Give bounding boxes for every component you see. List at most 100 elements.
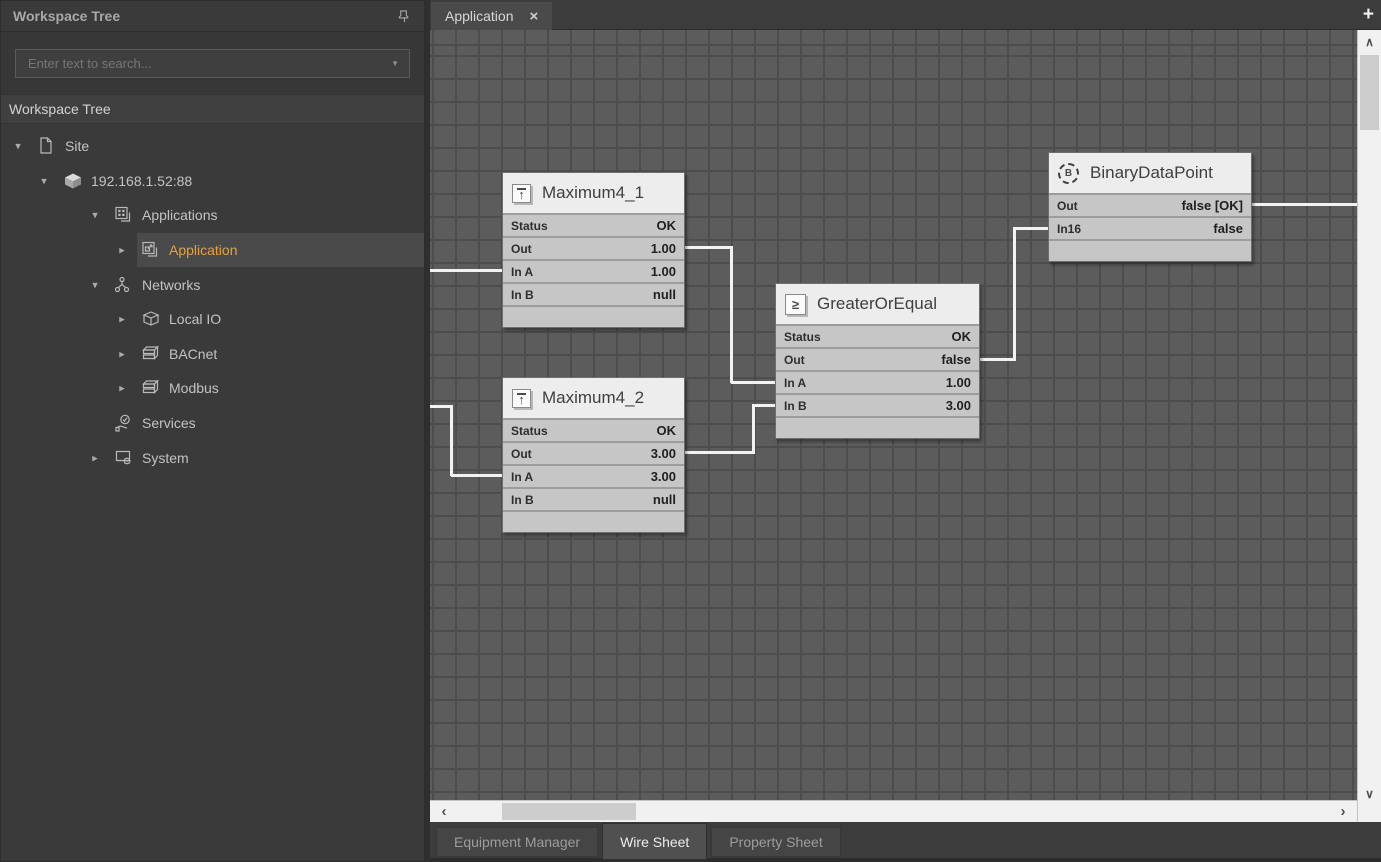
vertical-scrollbar[interactable]: ∧ ∨ bbox=[1357, 30, 1381, 822]
block-slot-out[interactable]: Out 1.00 bbox=[503, 238, 684, 259]
controller-icon bbox=[63, 171, 83, 190]
wire-sheet-canvas[interactable]: ↑Maximum4_1StatusOKOut1.00In A1.00In Bnu… bbox=[430, 30, 1357, 800]
horizontal-scrollbar[interactable]: ‹ › bbox=[430, 800, 1357, 822]
scroll-down-icon[interactable]: ∨ bbox=[1358, 782, 1381, 806]
search-input[interactable] bbox=[26, 55, 383, 72]
wire-maximum4_2-out-to-gte-in-b bbox=[753, 404, 777, 407]
block-slot-out[interactable]: Out3.00 bbox=[503, 443, 684, 464]
block-slot-ina[interactable]: In A3.00 bbox=[503, 466, 684, 487]
slot-value: OK bbox=[952, 329, 972, 344]
workspace-tree-panel: Workspace Tree ▼ Workspace Tree ▾Site▾19… bbox=[0, 0, 425, 862]
block-slot-inb[interactable]: In Bnull bbox=[503, 284, 684, 305]
collapse-arrow-icon[interactable]: ▾ bbox=[37, 174, 51, 187]
tree-item-system[interactable]: ▸ System bbox=[1, 440, 424, 475]
slot-value: false [OK] bbox=[1182, 198, 1243, 213]
tree-item-label: System bbox=[142, 450, 189, 466]
tree-item-modbus[interactable]: ▸ Modbus bbox=[1, 371, 424, 406]
tree-item-label: Applications bbox=[142, 207, 218, 223]
block-slot-inb[interactable]: In B3.00 bbox=[776, 395, 979, 416]
block-slot-out[interactable]: Outfalse [OK] bbox=[1049, 195, 1251, 216]
workspace-tree: ▾Site▾192.168.1.52:88▾Applications▸Appli… bbox=[1, 124, 424, 475]
application-window: Workspace Tree ▼ Workspace Tree ▾Site▾19… bbox=[0, 0, 1381, 862]
tree-item-networks[interactable]: ▾ Networks bbox=[1, 267, 424, 302]
slot-label: Out bbox=[511, 447, 532, 461]
block-greaterorequal[interactable]: ≥ GreaterOrEqual Status OK OutfalseIn A1.00I… bbox=[775, 283, 980, 439]
block-slot-inb[interactable]: In Bnull bbox=[503, 489, 684, 510]
wire-left-to-maximum4_2-in-a bbox=[451, 474, 504, 477]
slot-label: Status bbox=[511, 424, 548, 438]
block-slot-status[interactable]: StatusOK bbox=[503, 420, 684, 441]
block-title: GreaterOrEqual bbox=[817, 294, 937, 314]
maximum-icon: ↑ bbox=[512, 389, 531, 408]
tree-item-applications[interactable]: ▾ Applications bbox=[1, 198, 424, 233]
expand-arrow-icon[interactable]: ▸ bbox=[115, 347, 129, 360]
horizontal-scrollbar-thumb[interactable] bbox=[502, 803, 636, 820]
pin-icon[interactable] bbox=[396, 8, 412, 24]
greater-or-equal-icon: ≥ bbox=[785, 294, 806, 315]
slot-label: Status bbox=[511, 219, 548, 233]
slot-label: Out bbox=[511, 242, 532, 256]
tree-item-bacnet[interactable]: ▸ BACnet bbox=[1, 337, 424, 372]
block-binarydatapoint[interactable]: BBinaryDataPointOutfalse [OK]In16false bbox=[1048, 152, 1252, 262]
tab-application[interactable]: Application × bbox=[431, 2, 552, 30]
slot-label: Status bbox=[784, 330, 821, 344]
bacnet-icon bbox=[141, 344, 161, 363]
tree-item-192-168-1-52-88[interactable]: ▾192.168.1.52:88 bbox=[1, 164, 424, 199]
expand-arrow-icon[interactable]: ▸ bbox=[115, 382, 129, 395]
slot-value: 1.00 bbox=[946, 375, 971, 390]
scroll-left-icon[interactable]: ‹ bbox=[432, 801, 456, 822]
expand-arrow-icon[interactable]: ▸ bbox=[88, 451, 102, 464]
block-slot-in16[interactable]: In16false bbox=[1049, 218, 1251, 239]
block-header[interactable]: ≥ GreaterOrEqual bbox=[776, 284, 979, 324]
tree-search-box[interactable]: ▼ bbox=[15, 49, 410, 78]
close-icon[interactable]: × bbox=[530, 8, 539, 25]
expand-arrow-icon[interactable]: ▸ bbox=[115, 244, 129, 257]
tree-item-application[interactable]: ▸Application bbox=[1, 233, 424, 268]
slot-value: 1.00 bbox=[651, 241, 676, 256]
block-slot-ina[interactable]: In A1.00 bbox=[776, 372, 979, 393]
networks-icon bbox=[114, 275, 134, 294]
block-slot-out[interactable]: Outfalse bbox=[776, 349, 979, 370]
wire-binarydatapoint-out-to-right bbox=[1252, 203, 1357, 206]
maximum-icon: ↑ bbox=[512, 184, 531, 203]
block-footer bbox=[503, 512, 684, 532]
slot-value: false bbox=[1213, 221, 1243, 236]
wire-left-to-maximum4_1-in-a bbox=[430, 269, 504, 272]
block-header[interactable]: ↑ Maximum4_1 bbox=[503, 173, 684, 213]
local-io-icon bbox=[141, 310, 161, 329]
block-maximum4_1[interactable]: ↑ Maximum4_1 Status OK Out 1.00 In A1.00In Bnu… bbox=[502, 172, 685, 328]
block-slot-ina[interactable]: In A1.00 bbox=[503, 261, 684, 282]
tree-item-services[interactable]: Services bbox=[1, 406, 424, 441]
view-tab-property-sheet[interactable]: Property Sheet bbox=[711, 827, 840, 857]
document-tab-bar: Application × + bbox=[430, 0, 1381, 30]
slot-value: OK bbox=[657, 218, 677, 233]
block-title: Maximum4_1 bbox=[542, 183, 644, 203]
view-tab-wire-sheet[interactable]: Wire Sheet bbox=[602, 823, 707, 860]
slot-label: Out bbox=[784, 353, 805, 367]
tree-item-local-io[interactable]: ▸Local IO bbox=[1, 302, 424, 337]
tree-item-label: Site bbox=[65, 138, 89, 154]
block-slot-status[interactable]: Status OK bbox=[503, 215, 684, 236]
tab-label: Application bbox=[445, 8, 514, 24]
view-tab-equipment-manager[interactable]: Equipment Manager bbox=[436, 827, 598, 857]
expand-arrow-icon[interactable]: ▸ bbox=[115, 313, 129, 326]
block-maximum4_2[interactable]: ↑ Maximum4_2 StatusOKOut3.00In A3.00In Bnu… bbox=[502, 377, 685, 533]
block-header[interactable]: BBinaryDataPoint bbox=[1049, 153, 1251, 193]
scroll-right-icon[interactable]: › bbox=[1331, 801, 1355, 822]
block-slot-status[interactable]: Status OK bbox=[776, 326, 979, 347]
tree-item-site[interactable]: ▾ Site bbox=[1, 129, 424, 164]
search-dropdown-caret-icon[interactable]: ▼ bbox=[391, 59, 399, 68]
block-title: Maximum4_2 bbox=[542, 388, 644, 408]
block-header[interactable]: ↑ Maximum4_2 bbox=[503, 378, 684, 418]
collapse-arrow-icon[interactable]: ▾ bbox=[11, 140, 25, 153]
vertical-scrollbar-thumb[interactable] bbox=[1360, 55, 1379, 130]
tree-item-label: Networks bbox=[142, 277, 200, 293]
binary-icon: B bbox=[1058, 163, 1079, 184]
services-icon bbox=[114, 414, 134, 433]
scroll-up-icon[interactable]: ∧ bbox=[1358, 30, 1381, 54]
tree-item-label: BACnet bbox=[169, 346, 217, 362]
collapse-arrow-icon[interactable]: ▾ bbox=[88, 278, 102, 291]
add-tab-icon[interactable]: + bbox=[1363, 3, 1374, 27]
tree-item-label: Modbus bbox=[169, 380, 219, 396]
collapse-arrow-icon[interactable]: ▾ bbox=[88, 209, 102, 222]
